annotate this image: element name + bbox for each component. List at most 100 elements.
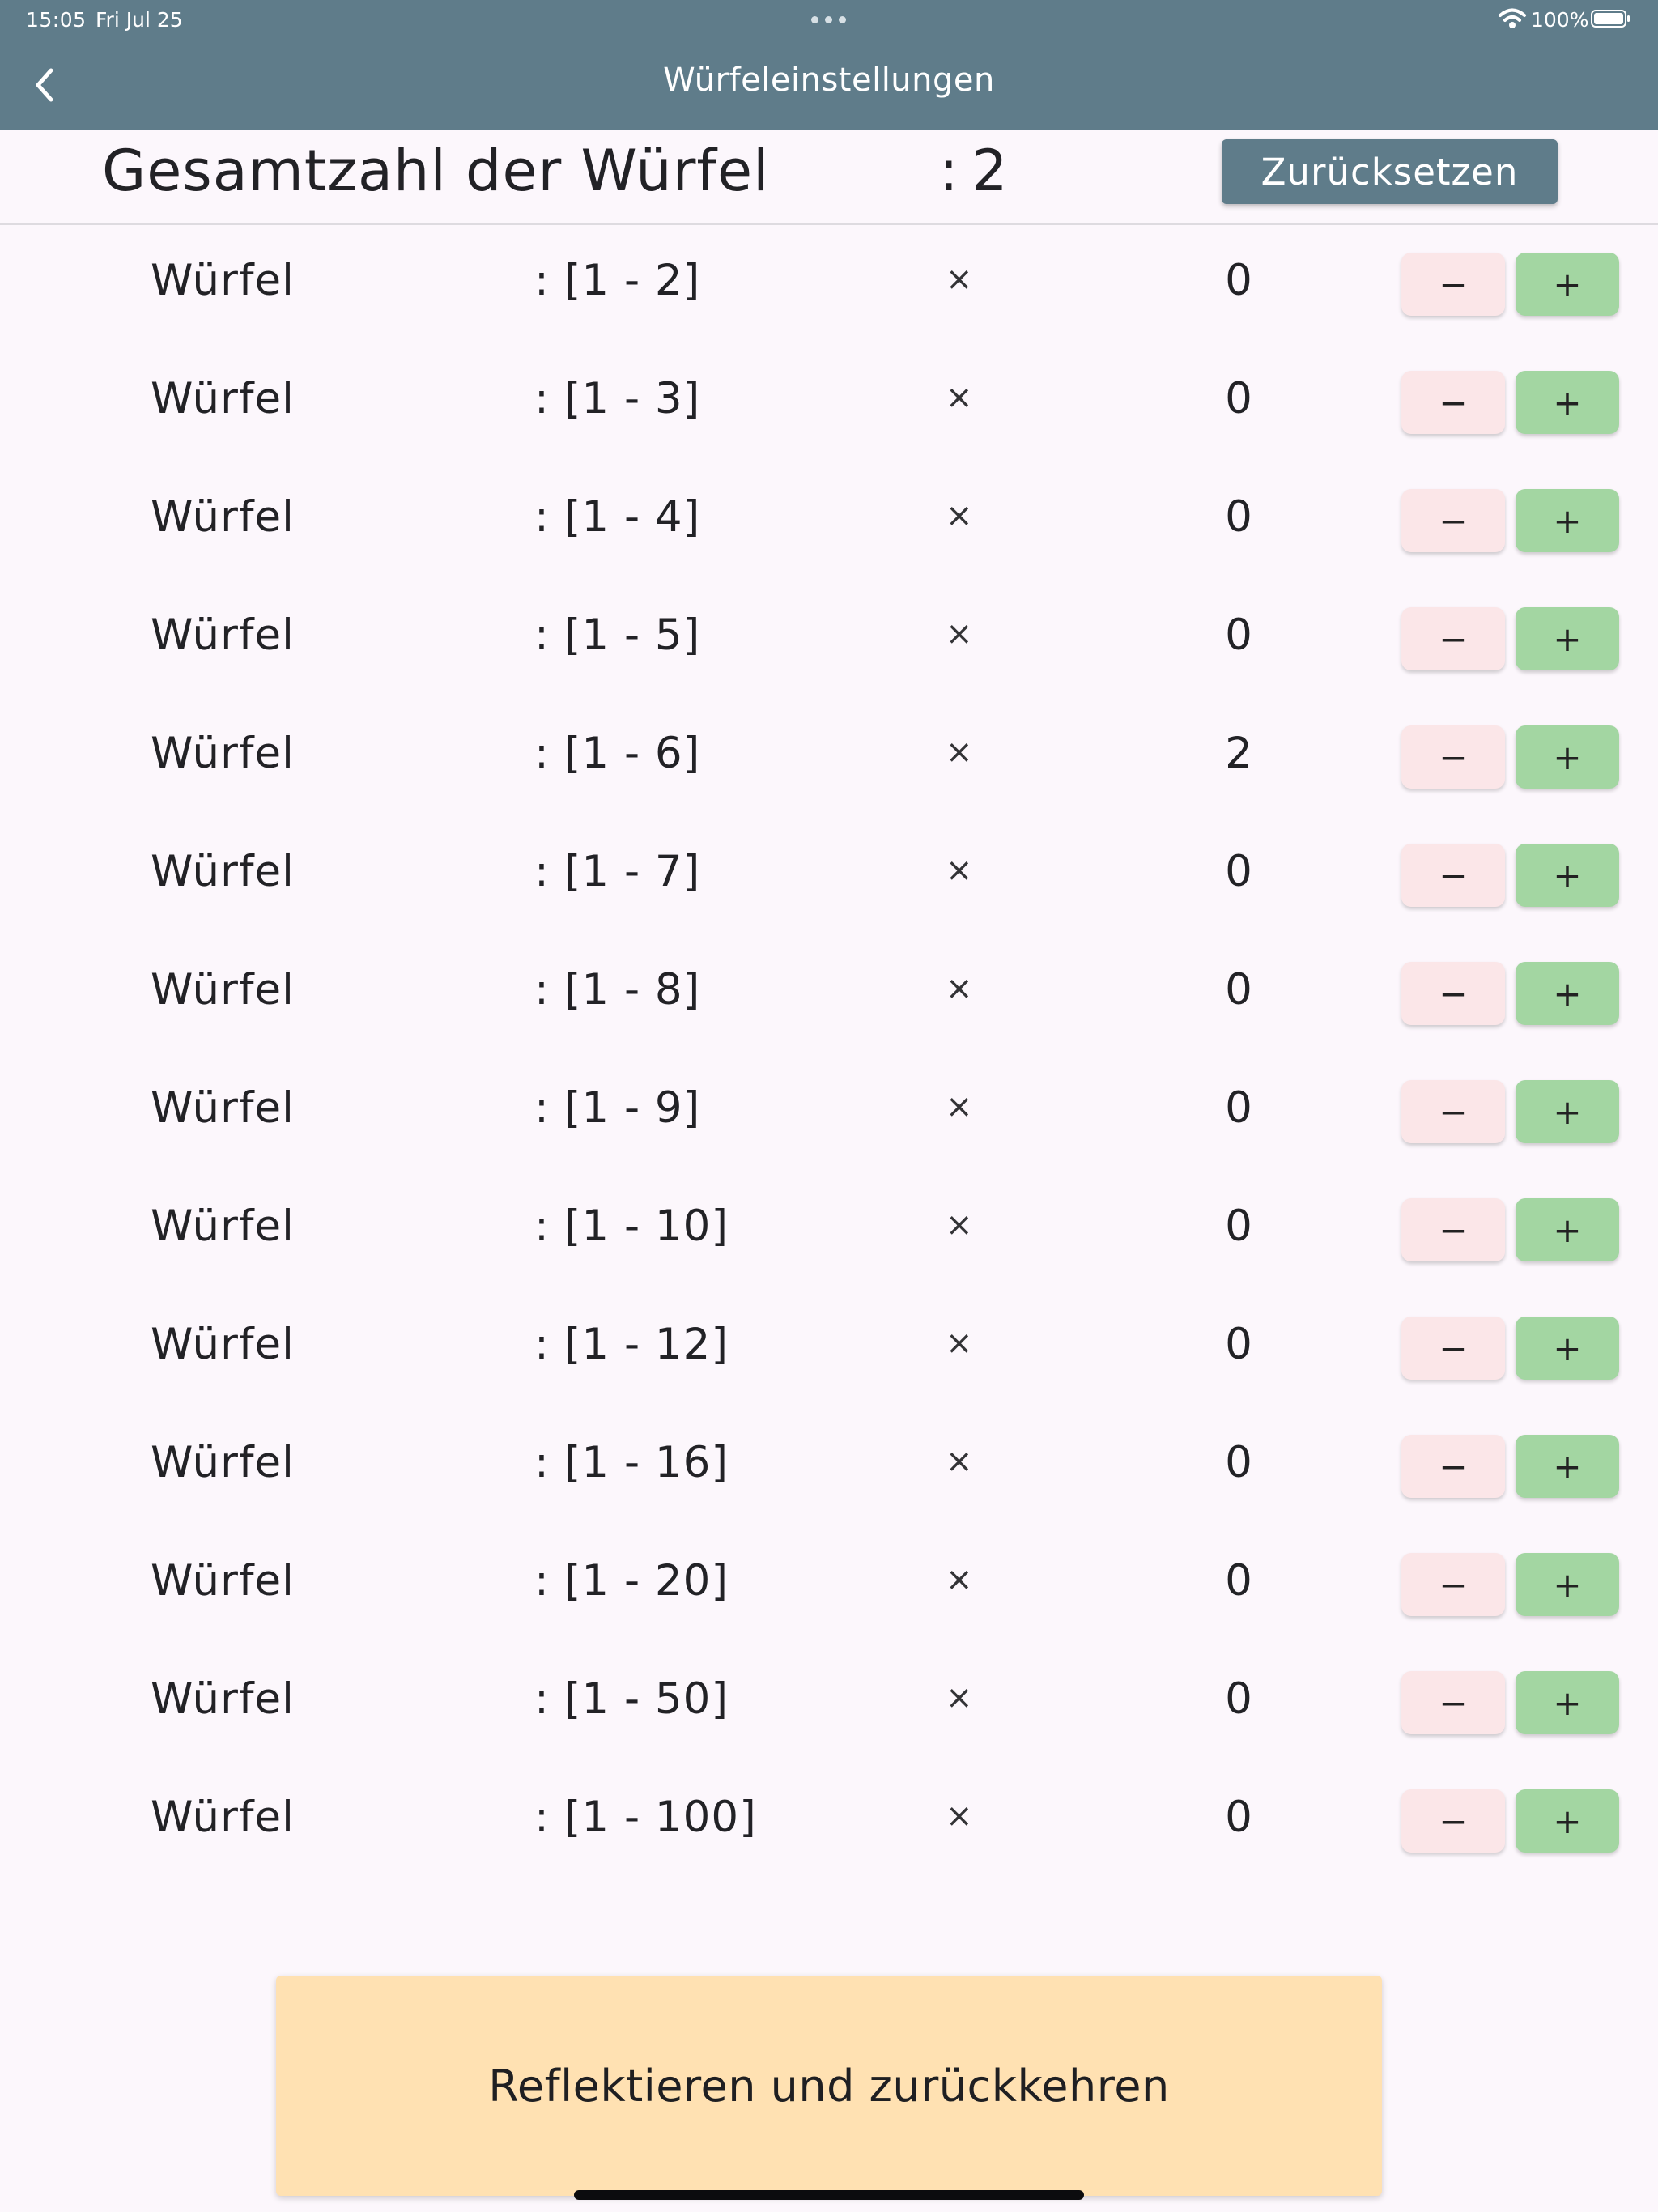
decrement-button[interactable]: − (1401, 489, 1505, 552)
dice-row: Würfel : [1 - 4] × 0 − + (0, 462, 1658, 580)
increment-button[interactable]: + (1516, 371, 1619, 434)
total-dice-value: 2 (971, 138, 1008, 204)
multiply-icon: × (946, 852, 973, 889)
total-dice-header: Gesamtzahl der Würfel : 2 Zurücksetzen (0, 130, 1658, 225)
dice-label: Würfel (151, 965, 295, 1015)
dice-row: Würfel: [1 - 16] × 0 − + (0, 1407, 1658, 1525)
dice-count: 0 (1225, 492, 1252, 542)
home-indicator[interactable] (574, 2190, 1084, 2200)
dice-range: : [1 - 10] (534, 1202, 729, 1251)
decrement-button[interactable]: − (1401, 962, 1505, 1025)
dice-label: Würfel (151, 1793, 295, 1842)
decrement-button[interactable]: − (1401, 1080, 1505, 1143)
dice-count: 0 (1225, 1438, 1252, 1487)
decrement-button[interactable]: − (1401, 1671, 1505, 1734)
increment-button[interactable]: + (1516, 1198, 1619, 1261)
dice-count: 0 (1225, 374, 1252, 423)
dice-row: Würfel: [1 - 2] × 0 − + (0, 225, 1658, 343)
dice-range: : [1 - 20] (534, 1556, 729, 1606)
dice-count: 0 (1225, 1202, 1252, 1251)
dice-label: Würfel (151, 1438, 295, 1487)
decrement-button[interactable]: − (1401, 1198, 1505, 1261)
dice-range: : [1 - 100] (534, 1793, 757, 1842)
decrement-button[interactable]: − (1401, 1435, 1505, 1498)
dice-count: 0 (1225, 1320, 1252, 1369)
dice-label: Würfel (151, 492, 295, 542)
multiply-icon: × (946, 1088, 973, 1125)
dice-range: : [1 - 50] (534, 1674, 729, 1724)
status-time: 15:05 (26, 8, 87, 32)
increment-button[interactable]: + (1516, 489, 1619, 552)
multiply-icon: × (946, 497, 973, 534)
dice-range: : [1 - 12] (534, 1320, 729, 1369)
dice-list: Würfel: [1 - 2] × 0− + Würfel: [1 - 3] × 0− + Wü… (0, 225, 1658, 1880)
dice-row: Würfel: [1 - 20] × 0 − + (0, 1525, 1658, 1644)
decrement-button[interactable]: − (1401, 371, 1505, 434)
total-dice-separator: : (939, 138, 959, 204)
increment-button[interactable]: + (1516, 253, 1619, 316)
increment-button[interactable]: + (1516, 962, 1619, 1025)
multitasking-dots-icon[interactable] (810, 0, 848, 36)
dice-count: 0 (1225, 1083, 1252, 1133)
total-dice-label: Gesamtzahl der Würfel (102, 138, 770, 204)
dice-row: Würfel : [1 - 100] × 0 − + (0, 1762, 1658, 1880)
dice-range: : [1 - 3] (534, 374, 701, 423)
dice-count: 0 (1225, 1793, 1252, 1842)
dice-row: Würfel: [1 - 9] × 0 − + (0, 1053, 1658, 1171)
decrement-button[interactable]: − (1401, 725, 1505, 789)
wifi-icon (1499, 8, 1526, 28)
increment-button[interactable]: + (1516, 1553, 1619, 1616)
dice-count: 0 (1225, 1556, 1252, 1606)
dice-row: Würfel: [1 - 10] × 0 − + (0, 1171, 1658, 1289)
page-title: Würfeleinstellungen (663, 62, 995, 99)
battery-percentage: 100% (1531, 8, 1589, 32)
battery-icon (1591, 10, 1630, 28)
dice-label: Würfel (151, 1320, 295, 1369)
multiply-icon: × (946, 1325, 973, 1362)
dice-row: Würfel: [1 - 8] × 0 − + (0, 934, 1658, 1053)
dice-range: : [1 - 4] (534, 492, 701, 542)
decrement-button[interactable]: − (1401, 1553, 1505, 1616)
dice-label: Würfel (151, 256, 295, 305)
dice-label: Würfel (151, 1083, 295, 1133)
dice-row: Würfel : [1 - 7] × 0 − + (0, 816, 1658, 934)
dice-label: Würfel (151, 729, 295, 778)
increment-button[interactable]: + (1516, 607, 1619, 670)
dice-count: 0 (1225, 610, 1252, 660)
multiply-icon: × (946, 734, 973, 771)
multiply-icon: × (946, 379, 973, 416)
increment-button[interactable]: + (1516, 844, 1619, 907)
dice-range: : [1 - 5] (534, 610, 701, 660)
multiply-icon: × (946, 1797, 973, 1835)
dice-count: 0 (1225, 847, 1252, 896)
dice-range: : [1 - 7] (534, 847, 701, 896)
status-date: Fri Jul 25 (96, 8, 183, 32)
dice-label: Würfel (151, 374, 295, 423)
dice-range: : [1 - 2] (534, 256, 701, 305)
reset-button[interactable]: Zurücksetzen (1222, 139, 1558, 204)
increment-button[interactable]: + (1516, 725, 1619, 789)
reflect-and-return-button[interactable]: Reflektieren und zurückkehren (276, 1976, 1382, 2196)
multiply-icon: × (946, 1679, 973, 1716)
dice-label: Würfel (151, 1556, 295, 1606)
decrement-button[interactable]: − (1401, 1789, 1505, 1853)
dice-count: 0 (1225, 1674, 1252, 1724)
dice-row: Würfel: [1 - 50] × 0 − + (0, 1644, 1658, 1762)
multiply-icon: × (946, 261, 973, 298)
decrement-button[interactable]: − (1401, 253, 1505, 316)
increment-button[interactable]: + (1516, 1435, 1619, 1498)
increment-button[interactable]: + (1516, 1080, 1619, 1143)
increment-button[interactable]: + (1516, 1317, 1619, 1380)
dice-range: : [1 - 16] (534, 1438, 729, 1487)
increment-button[interactable]: + (1516, 1671, 1619, 1734)
dice-row: Würfel: [1 - 6] × 2 − + (0, 698, 1658, 816)
multiply-icon: × (946, 970, 973, 1007)
decrement-button[interactable]: − (1401, 844, 1505, 907)
increment-button[interactable]: + (1516, 1789, 1619, 1853)
multiply-icon: × (946, 615, 973, 653)
decrement-button[interactable]: − (1401, 1317, 1505, 1380)
decrement-button[interactable]: − (1401, 607, 1505, 670)
dice-range: : [1 - 8] (534, 965, 701, 1015)
dice-label: Würfel (151, 847, 295, 896)
dice-row: Würfel : [1 - 3] × 0 − + (0, 343, 1658, 462)
